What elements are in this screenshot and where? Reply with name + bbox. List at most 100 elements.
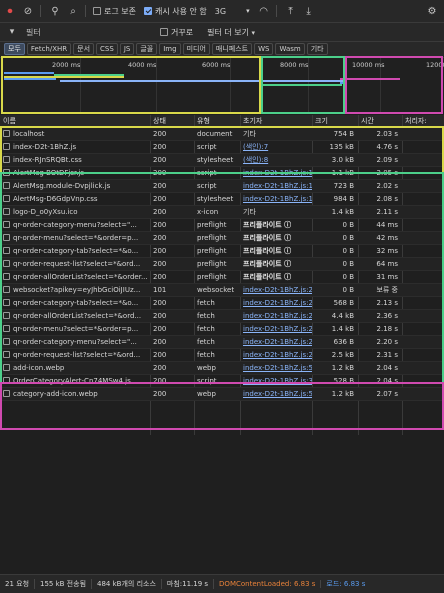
- request-name-cell[interactable]: index-RJnSRQBt.css: [0, 154, 150, 166]
- request-row[interactable]: AlertMsg.module-Dvpjlick.js 200 script inde…: [0, 180, 444, 193]
- request-row[interactable]: index-D2t-1BhZ.js 200 script (색인):7 135 kB 4.…: [0, 141, 444, 154]
- request-initiator[interactable]: index-D2t-1BhZ.js:5: [240, 362, 312, 374]
- type-filter-button[interactable]: Wasm: [275, 43, 305, 55]
- request-time: 2.08 s: [376, 195, 398, 203]
- request-name-cell[interactable]: qr-order-menu?select=*&order=p...: [0, 232, 150, 244]
- request-name-cell[interactable]: qr-order-category-tab?select=*&o...: [0, 245, 150, 257]
- type-filter-button[interactable]: 모두: [4, 43, 25, 55]
- export-har-icon[interactable]: ⤓: [301, 3, 317, 19]
- request-size: 636 B: [333, 338, 354, 346]
- request-name-cell[interactable]: qr-order-allOrderList?select=*&order...: [0, 271, 150, 283]
- request-row[interactable]: OrderCategoryAlert-Cn74MSw4.js 200 script i…: [0, 375, 444, 388]
- request-initiator[interactable]: index-D2t-1BhZ.js:20: [240, 297, 312, 309]
- request-initiator[interactable]: (색인):8: [240, 154, 312, 166]
- column-header-type[interactable]: 유형: [194, 115, 240, 127]
- request-row[interactable]: qr-order-allOrderList?select=*&order... 2…: [0, 271, 444, 284]
- request-row[interactable]: AlertMsg-D6GdpVnp.css 200 stylesheet index-…: [0, 193, 444, 206]
- request-name-cell[interactable]: index-D2t-1BhZ.js: [0, 141, 150, 153]
- request-initiator[interactable]: index-D2t-1BhZ.js:5: [240, 388, 312, 400]
- request-row[interactable]: qr-order-menu?select=*&order=p... 200 pref…: [0, 232, 444, 245]
- column-header-processed[interactable]: 처리자:: [402, 115, 444, 127]
- request-name-cell[interactable]: AlertMsg-BOtDFjsr.js: [0, 167, 150, 179]
- type-filter-button[interactable]: 글꼴: [136, 43, 158, 55]
- request-name-cell[interactable]: qr-order-category-menu?select="...: [0, 219, 150, 231]
- request-name-cell[interactable]: category-add-icon.webp: [0, 388, 150, 400]
- request-row[interactable]: qr-order-category-menu?select="... 200 pre…: [0, 219, 444, 232]
- request-row[interactable]: qr-order-category-tab?select=*&o... 200 pr…: [0, 245, 444, 258]
- request-name-cell[interactable]: localhost: [0, 128, 150, 140]
- request-initiator[interactable]: index-D2t-1BhZ.js:20: [240, 284, 312, 296]
- type-filter-button[interactable]: Img: [159, 43, 181, 55]
- request-initiator[interactable]: index-D2t-1BhZ.js:20: [240, 323, 312, 335]
- request-name-cell[interactable]: websocket?apikey=eyJhbGciOiJIUz...: [0, 284, 150, 296]
- file-type-icon: [3, 325, 10, 332]
- request-initiator[interactable]: index-D2t-1BhZ.js:3: [240, 375, 312, 387]
- column-header-time[interactable]: 시간: [358, 115, 402, 127]
- request-name-cell[interactable]: AlertMsg-D6GdpVnp.css: [0, 193, 150, 205]
- disable-cache-checkbox[interactable]: 캐시 사용 안 함: [143, 6, 207, 17]
- column-header-size[interactable]: 크기: [312, 115, 358, 127]
- request-name-cell[interactable]: qr-order-menu?select=*&order=p...: [0, 323, 150, 335]
- request-type: fetch: [197, 338, 215, 346]
- request-initiator[interactable]: index-D2t-1BhZ.js:20: [240, 349, 312, 361]
- type-filter-button[interactable]: 기타: [306, 43, 328, 55]
- settings-gear-icon[interactable]: ⚙: [424, 3, 440, 19]
- request-time: 보류 중: [376, 286, 398, 294]
- column-header-status[interactable]: 상태: [150, 115, 194, 127]
- request-initiator[interactable]: index-D2t-1BhZ.js:1: [240, 167, 312, 179]
- type-filter-button[interactable]: 매니페스트: [211, 43, 253, 55]
- request-row[interactable]: qr-order-allOrderList?select=*&ord... 200…: [0, 310, 444, 323]
- request-name-cell[interactable]: qr-order-category-menu?select="...: [0, 336, 150, 348]
- import-har-icon[interactable]: ⤒: [283, 3, 299, 19]
- request-name-cell[interactable]: qr-order-category-tab?select=*&o...: [0, 297, 150, 309]
- column-header-name[interactable]: 이름: [0, 115, 150, 127]
- request-initiator[interactable]: index-D2t-1BhZ.js:1: [240, 193, 312, 205]
- request-row[interactable]: websocket?apikey=eyJhbGciOiJIUz... 101 web…: [0, 284, 444, 297]
- request-row[interactable]: index-RJnSRQBt.css 200 stylesheet (색인):8 3.0…: [0, 154, 444, 167]
- request-name-cell[interactable]: OrderCategoryAlert-Cn74MSw4.js: [0, 375, 150, 387]
- invert-checkbox[interactable]: 거꾸로: [160, 27, 193, 38]
- table-header: 이름 상태 유형 초기자 크기 시간 처리자:: [0, 115, 444, 128]
- type-filter-button[interactable]: 문서: [73, 43, 95, 55]
- request-row[interactable]: qr-order-category-menu?select="... 200 fet…: [0, 336, 444, 349]
- preserve-log-checkbox[interactable]: 로그 보존: [93, 6, 136, 17]
- request-row[interactable]: localhost 200 document 기타 754 B 2.03 s: [0, 128, 444, 141]
- request-size: 0 B: [342, 234, 354, 242]
- type-filter-button[interactable]: JS: [119, 43, 135, 55]
- request-initiator[interactable]: index-D2t-1BhZ.js:20: [240, 336, 312, 348]
- request-row[interactable]: qr-order-request-list?select=*&ord... 200…: [0, 258, 444, 271]
- request-name-cell[interactable]: qr-order-allOrderList?select=*&ord...: [0, 310, 150, 322]
- request-row[interactable]: category-add-icon.webp 200 webp index-D2t-1…: [0, 388, 444, 401]
- request-row[interactable]: AlertMsg-BOtDFjsr.js 200 script index-D2t-1…: [0, 167, 444, 180]
- more-filters-button[interactable]: 필터 더 보기 ▾: [207, 27, 255, 38]
- type-filter-button[interactable]: 미디어: [182, 43, 210, 55]
- file-type-icon: [3, 234, 10, 241]
- overview-timeline[interactable]: 2000 ms 4000 ms 6000 ms 8000 ms 10000 ms 1200…: [0, 57, 444, 114]
- request-row[interactable]: qr-order-menu?select=*&order=p... 200 fetc…: [0, 323, 444, 336]
- request-name-cell[interactable]: qr-order-request-list?select=*&ord...: [0, 349, 150, 361]
- type-filter-button[interactable]: WS: [254, 43, 274, 55]
- request-name: logo-D_o0yXsu.ico: [13, 208, 78, 216]
- filter-input[interactable]: 필터: [26, 26, 146, 38]
- request-initiator[interactable]: index-D2t-1BhZ.js:20: [240, 310, 312, 322]
- request-name-cell[interactable]: add-icon.webp: [0, 362, 150, 374]
- chevron-down-icon[interactable]: ▾: [246, 7, 250, 15]
- request-initiator[interactable]: (색인):7: [240, 141, 312, 153]
- request-name-cell[interactable]: logo-D_o0yXsu.ico: [0, 206, 150, 218]
- request-row[interactable]: add-icon.webp 200 webp index-D2t-1BhZ.js:5 1…: [0, 362, 444, 375]
- throttle-select[interactable]: 3G: [215, 7, 226, 16]
- request-row[interactable]: qr-order-category-tab?select=*&o... 200 fe…: [0, 297, 444, 310]
- request-name-cell[interactable]: AlertMsg.module-Dvpjlick.js: [0, 180, 150, 192]
- search-icon[interactable]: ⌕: [65, 3, 81, 19]
- request-initiator[interactable]: index-D2t-1BhZ.js:1: [240, 180, 312, 192]
- request-row[interactable]: logo-D_o0yXsu.ico 200 x-icon 기타 1.4 kB 2.11 s: [0, 206, 444, 219]
- request-name-cell[interactable]: qr-order-request-list?select=*&ord...: [0, 258, 150, 270]
- request-row[interactable]: qr-order-request-list?select=*&ord... 200…: [0, 349, 444, 362]
- filter-toggle-icon[interactable]: ⚲: [47, 3, 63, 19]
- clear-icon[interactable]: ⊘: [20, 3, 36, 19]
- record-icon[interactable]: ⏺: [2, 3, 18, 19]
- network-conditions-icon[interactable]: ◠: [256, 3, 272, 19]
- column-header-initiator[interactable]: 초기자: [240, 115, 312, 127]
- type-filter-button[interactable]: Fetch/XHR: [26, 43, 72, 55]
- type-filter-button[interactable]: CSS: [96, 43, 118, 55]
